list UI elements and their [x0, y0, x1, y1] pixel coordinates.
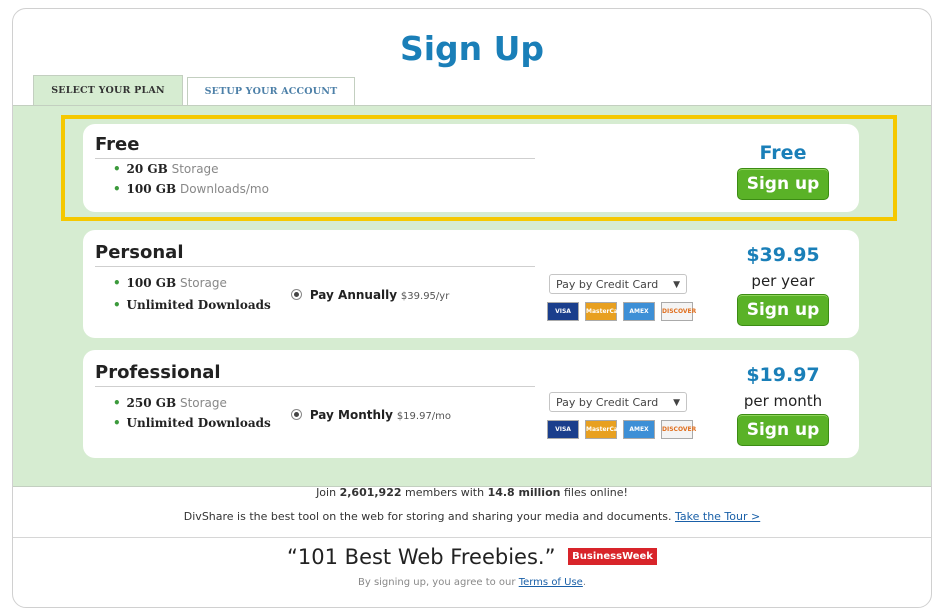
bullet-icon: • — [113, 416, 121, 430]
plan-period: per month — [743, 392, 823, 410]
pay-annually-radio[interactable]: Pay Annually $39.95/yr — [291, 288, 449, 302]
bullet-icon: • — [113, 276, 121, 290]
amex-icon: AMEX — [623, 420, 655, 439]
visa-icon: VISA — [547, 420, 579, 439]
tab-select-plan[interactable]: SELECT YOUR PLAN — [33, 75, 183, 108]
payment-method-select[interactable]: Pay by Credit Card ▼ — [549, 392, 687, 412]
businessweek-logo: BusinessWeek — [568, 547, 657, 565]
bullet-icon: • — [113, 298, 121, 312]
payment-method-select[interactable]: Pay by Credit Card ▼ — [549, 274, 687, 294]
divider — [13, 537, 931, 538]
divider — [95, 266, 535, 267]
tab-setup-account[interactable]: SETUP YOUR ACCOUNT — [187, 77, 355, 106]
feature-downloads: • Unlimited Downloads — [113, 298, 271, 312]
feature-storage: • 250 GB Storage — [113, 396, 227, 410]
plan-card-personal: Personal • 100 GB Storage • Unlimited Do… — [83, 230, 859, 338]
visa-icon: VISA — [547, 302, 579, 321]
feature-downloads: • Unlimited Downloads — [113, 416, 271, 430]
plan-period: per year — [751, 272, 815, 290]
free-plan-highlight — [61, 115, 897, 221]
signup-button-personal[interactable]: Sign up — [737, 294, 829, 326]
page-title: Sign Up — [399, 29, 545, 68]
plan-name: Personal — [95, 242, 184, 263]
plan-name: Professional — [95, 362, 221, 383]
radio-selected-icon — [291, 409, 302, 420]
terms-of-use-link[interactable]: Terms of Use — [519, 577, 583, 588]
card-logos: VISA MasterCard AMEX DISCOVER — [547, 420, 697, 440]
mastercard-icon: MasterCard — [585, 420, 625, 439]
site-description: DivShare is the best tool on the web for… — [183, 510, 761, 523]
amex-icon: AMEX — [623, 302, 655, 321]
take-tour-link[interactable]: Take the Tour > — [675, 510, 760, 523]
signup-button-professional[interactable]: Sign up — [737, 414, 829, 446]
card-logos: VISA MasterCard AMEX DISCOVER — [547, 302, 697, 322]
discover-icon: DISCOVER — [661, 302, 696, 321]
plan-price: $39.95 — [746, 244, 820, 266]
chevron-down-icon: ▼ — [673, 280, 680, 290]
press-quote: “101 Best Web Freebies.” BusinessWeek — [13, 545, 931, 569]
plan-card-professional: Professional • 250 GB Storage • Unlimite… — [83, 350, 859, 458]
bullet-icon: • — [113, 396, 121, 410]
plan-price: $19.97 — [746, 364, 820, 386]
member-stats: Join 2,601,922 members with 14.8 million… — [316, 486, 628, 499]
pay-monthly-radio[interactable]: Pay Monthly $19.97/mo — [291, 408, 451, 422]
divider — [95, 386, 535, 387]
mastercard-icon: MasterCard — [585, 302, 625, 321]
terms-notice: By signing up, you agree to our Terms of… — [357, 577, 587, 588]
feature-storage: • 100 GB Storage — [113, 276, 227, 290]
radio-selected-icon — [291, 289, 302, 300]
discover-icon: DISCOVER — [661, 420, 696, 439]
signup-page: Sign Up SELECT YOUR PLAN SETUP YOUR ACCO… — [12, 8, 932, 608]
chevron-down-icon: ▼ — [673, 398, 680, 408]
